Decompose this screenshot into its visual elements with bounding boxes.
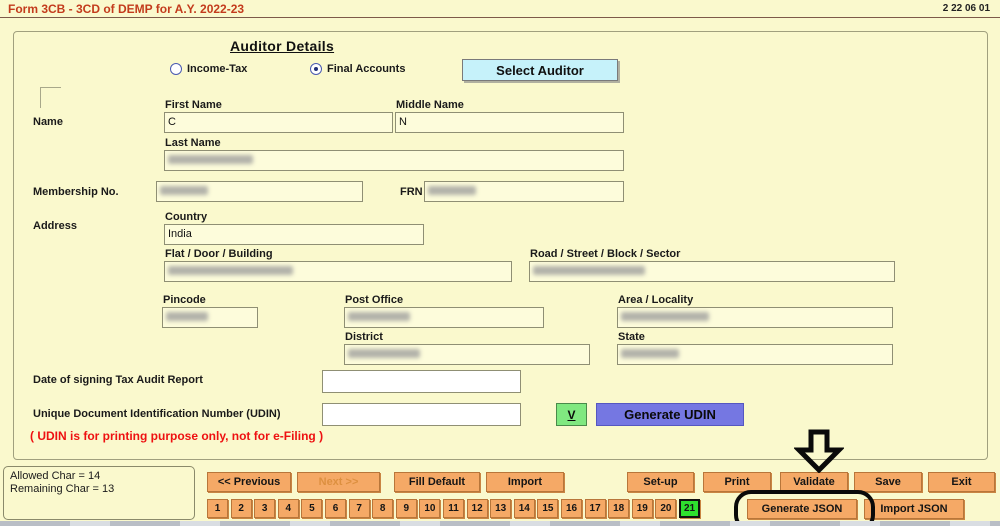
- app-window: Form 3CB - 3CD of DEMP for A.Y. 2022-23 …: [0, 0, 1000, 526]
- page-tab-10[interactable]: 10: [419, 499, 440, 518]
- radio-final-accounts[interactable]: Final Accounts: [310, 63, 405, 75]
- bottom-window-strip: [0, 521, 1000, 526]
- page-tab-13[interactable]: 13: [490, 499, 511, 518]
- page-tab-4[interactable]: 4: [278, 499, 299, 518]
- last-name-input[interactable]: [164, 150, 624, 171]
- remaining-char-text: Remaining Char = 13: [10, 483, 188, 496]
- page-tab-11[interactable]: 11: [443, 499, 464, 518]
- area-locality-input[interactable]: [617, 307, 893, 328]
- page-tab-2[interactable]: 2: [231, 499, 252, 518]
- post-office-label: Post Office: [345, 294, 403, 306]
- radio-income-tax[interactable]: Income-Tax: [170, 63, 247, 75]
- page-tab-3[interactable]: 3: [254, 499, 275, 518]
- district-input[interactable]: [344, 344, 590, 365]
- redacted-value: [168, 155, 253, 164]
- membership-no-input[interactable]: [156, 181, 363, 202]
- frn-input[interactable]: [424, 181, 624, 202]
- name-section-label: Name: [33, 116, 63, 128]
- redacted-value: [533, 266, 645, 275]
- country-input[interactable]: India: [164, 224, 424, 245]
- state-input[interactable]: [617, 344, 893, 365]
- radio-final-accounts-icon[interactable]: [310, 63, 322, 75]
- pincode-label: Pincode: [163, 294, 206, 306]
- frn-label: FRN: [400, 186, 423, 198]
- page-tab-6[interactable]: 6: [325, 499, 346, 518]
- page-tab-5[interactable]: 5: [301, 499, 322, 518]
- flat-input[interactable]: [164, 261, 512, 282]
- road-label: Road / Street / Block / Sector: [530, 248, 680, 260]
- version-number: 2 22 06 01: [943, 3, 990, 14]
- radio-income-tax-icon[interactable]: [170, 63, 182, 75]
- title-bar: Form 3CB - 3CD of DEMP for A.Y. 2022-23 …: [0, 0, 1000, 18]
- membership-no-label: Membership No.: [33, 186, 119, 198]
- page-tab-8[interactable]: 8: [372, 499, 393, 518]
- page-tab-14[interactable]: 14: [514, 499, 535, 518]
- area-locality-label: Area / Locality: [618, 294, 693, 306]
- allowed-char-text: Allowed Char = 14: [10, 470, 188, 483]
- save-button[interactable]: Save: [854, 472, 922, 492]
- district-label: District: [345, 331, 383, 343]
- page-title: Auditor Details: [230, 38, 334, 54]
- redacted-value: [621, 349, 679, 358]
- print-button[interactable]: Print: [703, 472, 771, 492]
- previous-button[interactable]: << Previous: [207, 472, 291, 492]
- udin-label: Unique Document Identification Number (U…: [33, 408, 281, 420]
- import-json-button[interactable]: Import JSON: [864, 499, 964, 519]
- last-name-label: Last Name: [165, 137, 221, 149]
- page-tab-12[interactable]: 12: [467, 499, 488, 518]
- road-input[interactable]: [529, 261, 895, 282]
- char-count-box: Allowed Char = 14 Remaining Char = 13: [3, 466, 195, 520]
- date-of-signing-label: Date of signing Tax Audit Report: [33, 374, 203, 386]
- import-button[interactable]: Import: [486, 472, 564, 492]
- flat-label: Flat / Door / Building: [165, 248, 273, 260]
- page-tab-9[interactable]: 9: [396, 499, 417, 518]
- validate-button[interactable]: Validate: [780, 472, 848, 492]
- page-tab-15[interactable]: 15: [537, 499, 558, 518]
- page-tab-1[interactable]: 1: [207, 499, 228, 518]
- redacted-value: [166, 312, 208, 321]
- page-tab-21[interactable]: 21: [679, 499, 700, 518]
- date-of-signing-input[interactable]: [322, 370, 521, 393]
- redacted-value: [348, 312, 410, 321]
- udin-note: ( UDIN is for printing purpose only, not…: [30, 429, 323, 443]
- radio-final-accounts-label: Final Accounts: [327, 63, 405, 75]
- udin-input[interactable]: [322, 403, 521, 426]
- page-tab-7[interactable]: 7: [349, 499, 370, 518]
- pincode-input[interactable]: [162, 307, 258, 328]
- first-name-label: First Name: [165, 99, 222, 111]
- middle-name-label: Middle Name: [396, 99, 464, 111]
- exit-button[interactable]: Exit: [928, 472, 995, 492]
- first-name-input[interactable]: C: [164, 112, 393, 133]
- page-tab-18[interactable]: 18: [608, 499, 629, 518]
- redacted-value: [348, 349, 420, 358]
- state-label: State: [618, 331, 645, 343]
- post-office-input[interactable]: [344, 307, 544, 328]
- middle-name-input[interactable]: N: [395, 112, 624, 133]
- select-auditor-button[interactable]: Select Auditor: [462, 59, 618, 81]
- groupbox-corner-line: [40, 87, 61, 108]
- udin-verify-button[interactable]: V: [556, 403, 587, 426]
- next-button[interactable]: Next >>: [297, 472, 380, 492]
- page-tab-20[interactable]: 20: [655, 499, 676, 518]
- address-section-label: Address: [33, 220, 77, 232]
- country-label: Country: [165, 211, 207, 223]
- setup-button[interactable]: Set-up: [627, 472, 694, 492]
- window-title: Form 3CB - 3CD of DEMP for A.Y. 2022-23: [8, 2, 244, 16]
- fill-default-button[interactable]: Fill Default: [394, 472, 480, 492]
- generate-udin-button[interactable]: Generate UDIN: [596, 403, 744, 426]
- generate-json-button[interactable]: Generate JSON: [747, 499, 857, 519]
- redacted-value: [160, 186, 208, 195]
- redacted-value: [621, 312, 709, 321]
- auditor-details-panel: [13, 31, 988, 460]
- redacted-value: [168, 266, 293, 275]
- page-tab-16[interactable]: 16: [561, 499, 582, 518]
- redacted-value: [428, 186, 476, 195]
- radio-income-tax-label: Income-Tax: [187, 63, 247, 75]
- page-tab-17[interactable]: 17: [585, 499, 606, 518]
- page-tab-19[interactable]: 19: [632, 499, 653, 518]
